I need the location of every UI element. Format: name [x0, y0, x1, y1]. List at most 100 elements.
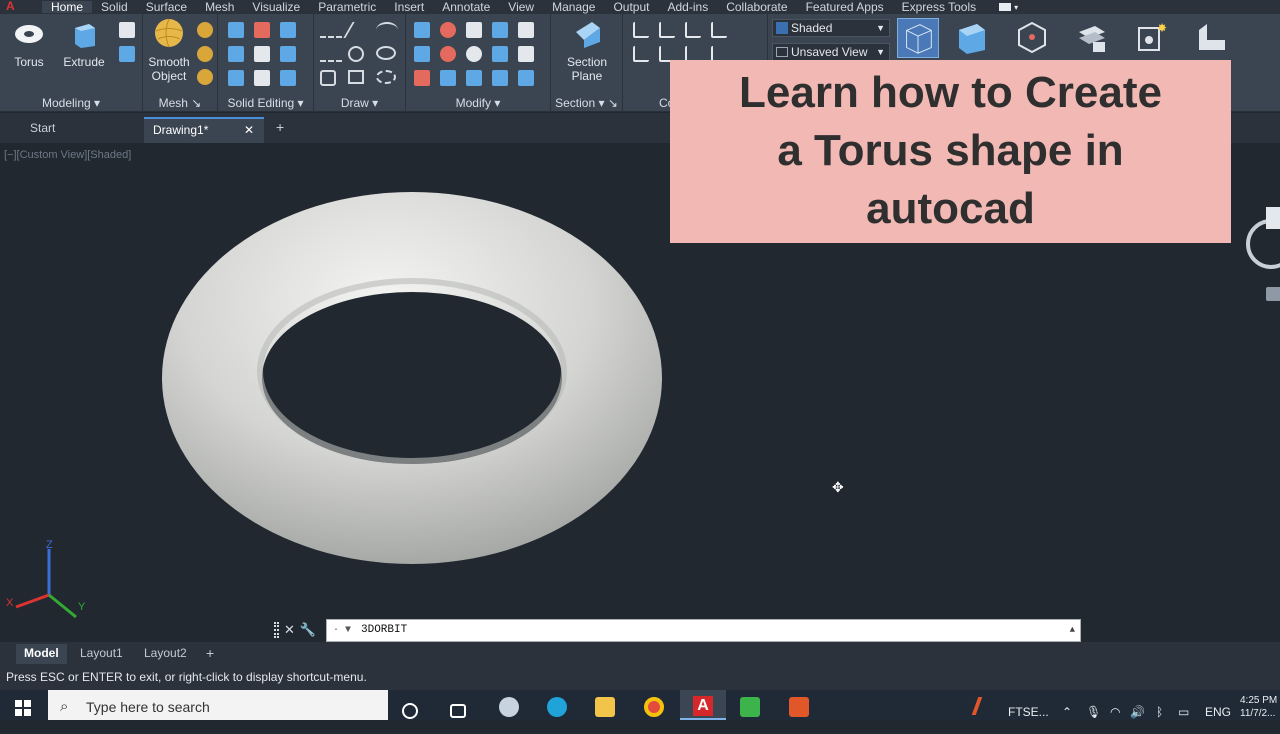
model-tab[interactable]: Model [16, 644, 67, 664]
viewport-controls-label[interactable]: [−][Custom View][Shaded] [4, 149, 131, 161]
stock-ticker[interactable]: FTSE... [1008, 690, 1049, 720]
drag-handle-icon[interactable] [274, 622, 279, 638]
circle-icon[interactable] [348, 46, 364, 62]
tab-manage[interactable]: Manage [543, 1, 604, 13]
tab-collaborate[interactable]: Collaborate [717, 1, 796, 13]
edge-browser-icon[interactable] [547, 697, 567, 717]
copy-icon[interactable] [492, 46, 508, 62]
command-history-chevron-icon[interactable]: · ▼ [333, 620, 351, 641]
view-cube-button[interactable] [897, 18, 939, 58]
view-button[interactable] [1195, 20, 1229, 54]
region-icon[interactable] [376, 70, 396, 84]
tab-output[interactable]: Output [604, 1, 658, 13]
paint-app-icon[interactable] [499, 697, 519, 717]
trim-icon[interactable] [518, 22, 534, 38]
extrude-button[interactable]: Extrude [60, 18, 108, 69]
drawing-tab[interactable]: Drawing1* ✕ [144, 117, 264, 143]
microphone-icon[interactable]: 🎙 [1086, 690, 1101, 720]
camtasia-icon[interactable] [740, 697, 760, 717]
tab-view[interactable]: View [499, 1, 543, 13]
stock-widget-icon[interactable] [971, 697, 1001, 715]
scale-icon[interactable] [492, 22, 508, 38]
section-plane-button[interactable]: Section Plane [563, 18, 611, 83]
command-input[interactable]: · ▼ 3DORBIT ▲ [326, 619, 1081, 642]
rotate-icon[interactable] [466, 46, 482, 62]
tab-annotate[interactable]: Annotate [433, 1, 499, 13]
task-view-icon[interactable] [450, 704, 466, 718]
ellipse-icon[interactable] [376, 46, 396, 60]
rectangular-array-icon[interactable] [518, 70, 534, 86]
explode-icon[interactable] [440, 70, 456, 86]
chevron-up-icon[interactable]: ⌃ [1062, 690, 1072, 720]
close-icon[interactable]: ✕ [244, 119, 254, 141]
move-gizmo-button[interactable] [1015, 20, 1049, 54]
ucs-world-icon[interactable] [659, 22, 675, 38]
offset-icon[interactable] [518, 46, 534, 62]
mesh-globe-icon-2[interactable] [197, 46, 213, 62]
imprint-icon[interactable] [228, 70, 244, 86]
ucs-previous-icon[interactable] [685, 22, 701, 38]
line-icon[interactable] [343, 22, 375, 38]
new-layout-button[interactable]: + [206, 644, 214, 664]
fillet-icon[interactable] [492, 70, 508, 86]
tab-home[interactable]: Home [42, 1, 93, 13]
modeling-panel-title[interactable]: Modeling ▾ [0, 96, 142, 110]
chevron-up-icon[interactable]: ▲ [1070, 620, 1075, 641]
tab-parametric[interactable]: Parametric [309, 1, 385, 13]
close-icon[interactable]: ✕ [284, 622, 295, 638]
no-filter-button[interactable] [955, 20, 989, 54]
offset-edge-icon[interactable] [254, 70, 270, 86]
tab-featured-apps[interactable]: Featured Apps [797, 1, 893, 13]
start-tab[interactable]: Start [0, 117, 140, 143]
separate-icon[interactable] [280, 70, 296, 86]
torus-model[interactable] [150, 183, 680, 573]
solid-box-icon[interactable] [119, 22, 135, 38]
mesh-globe-icon-3[interactable] [197, 69, 213, 85]
stretch-icon[interactable] [466, 70, 482, 86]
tab-visualize[interactable]: Visualize [243, 1, 309, 13]
solid-editing-panel-title[interactable]: Solid Editing ▾ [218, 96, 313, 110]
polyline-icon[interactable] [320, 22, 342, 38]
visual-style-dropdown[interactable]: Shaded ▼ [772, 19, 890, 37]
tab-add-ins[interactable]: Add-ins [659, 1, 718, 13]
clock[interactable]: 4:25 PM 11/7/2... [1240, 694, 1280, 720]
section-panel-title[interactable]: Section ▾ ↘ [551, 96, 622, 110]
layout2-tab[interactable]: Layout2 [144, 644, 187, 664]
spline-icon[interactable] [320, 46, 342, 62]
thicken-icon[interactable] [254, 46, 270, 62]
ucs-face-icon[interactable] [711, 22, 727, 38]
ribbon-options-button[interactable]: ▾ [999, 2, 1025, 12]
draw-panel-title[interactable]: Draw ▾ [314, 96, 405, 110]
subtract-icon[interactable] [254, 22, 270, 38]
groups-button[interactable]: ✸ [1135, 20, 1169, 54]
application-menu-button[interactable]: A [0, 0, 42, 14]
chrome-browser-icon[interactable] [644, 697, 664, 717]
wrench-icon[interactable]: 🔧 [300, 622, 316, 638]
recorder-app-icon[interactable] [789, 697, 809, 717]
wifi-icon[interactable]: ◠ [1110, 690, 1120, 720]
union-icon[interactable] [228, 22, 244, 38]
polygon-icon[interactable] [320, 70, 336, 86]
tab-solid[interactable]: Solid [92, 1, 137, 13]
cortana-icon[interactable] [402, 703, 418, 719]
viewcube[interactable] [1246, 203, 1280, 303]
slice-icon[interactable] [228, 46, 244, 62]
ucs-object-icon[interactable] [633, 46, 649, 62]
mesh-panel-title[interactable]: Mesh ↘ [143, 96, 217, 110]
arc-icon[interactable] [376, 22, 398, 38]
extract-edges-icon[interactable] [280, 46, 296, 62]
language-indicator[interactable]: ENG [1205, 690, 1231, 720]
layout1-tab[interactable]: Layout1 [80, 644, 123, 664]
named-view-dropdown[interactable]: Unsaved View ▼ [772, 43, 890, 61]
file-explorer-icon[interactable] [595, 697, 615, 717]
3d-rotate-icon[interactable] [440, 22, 456, 38]
modify-panel-title[interactable]: Modify ▾ [406, 96, 550, 110]
battery-icon[interactable]: ▭ [1178, 690, 1189, 720]
tab-express-tools[interactable]: Express Tools [893, 1, 985, 13]
smooth-object-button[interactable]: Smooth Object [145, 18, 193, 83]
mirror-icon[interactable] [414, 22, 430, 38]
ucs-icon[interactable] [633, 22, 649, 38]
rectangle-icon[interactable] [348, 70, 364, 84]
move-icon[interactable] [466, 22, 482, 38]
bluetooth-icon[interactable]: ᛒ [1156, 690, 1163, 720]
